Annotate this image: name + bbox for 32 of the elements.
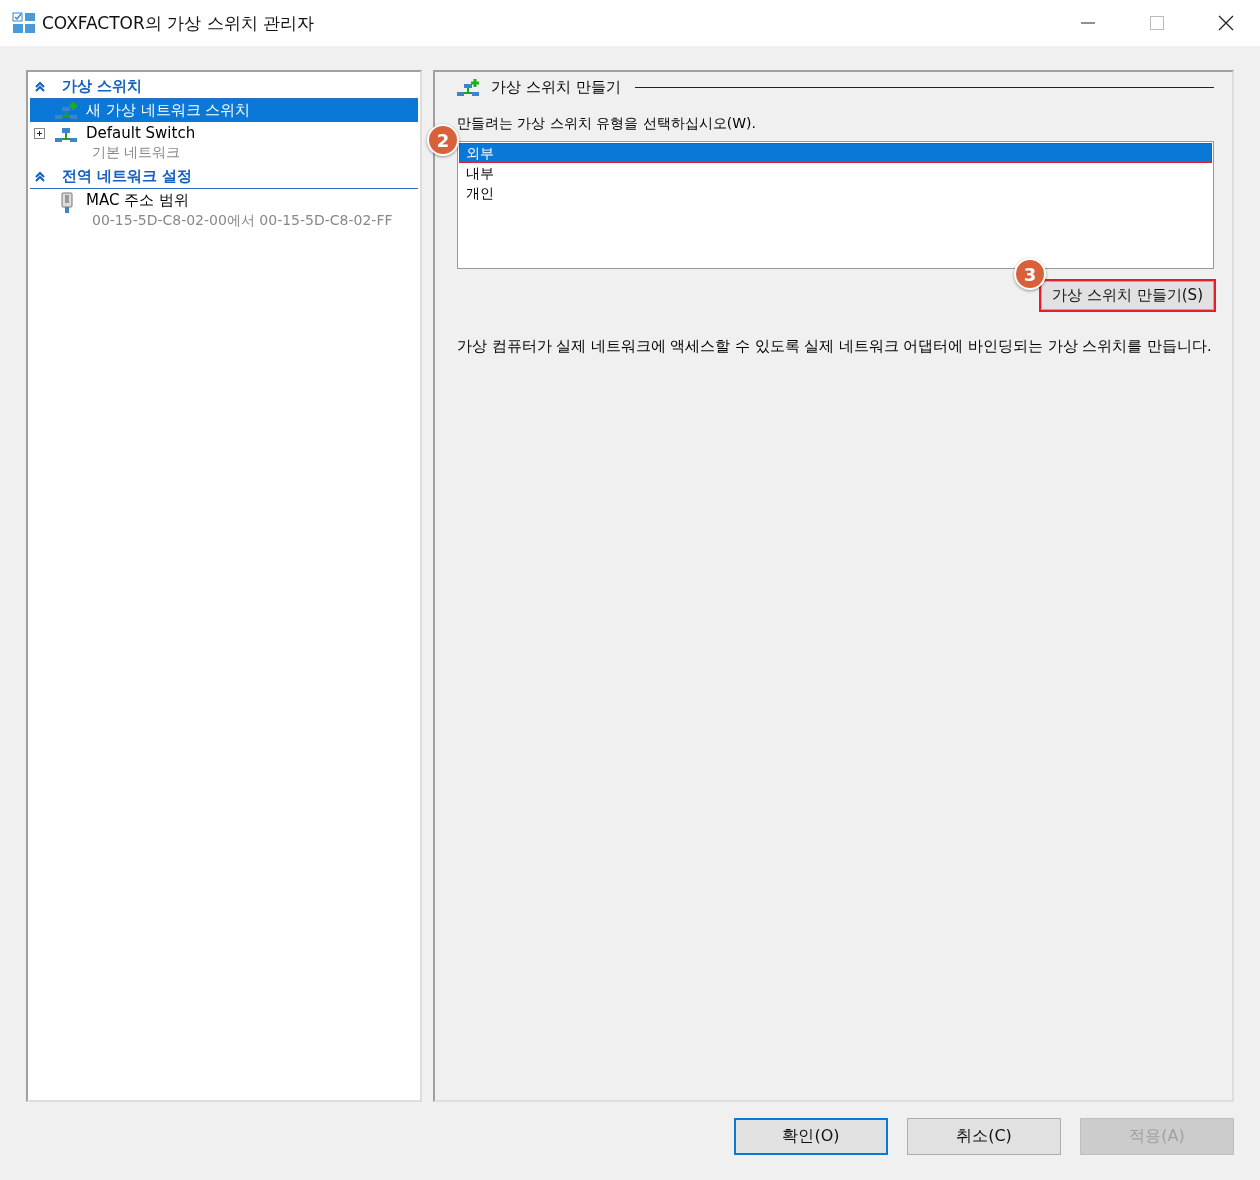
group-title: 가상 스위치 만들기 <box>491 78 621 97</box>
tree-item[interactable]: Default Switch 기본 네트워크 <box>30 122 418 164</box>
expand-icon[interactable] <box>34 128 45 139</box>
item-sublabel: 00-15-5D-C8-02-00에서 00-15-5D-C8-02-FF <box>91 212 393 230</box>
switch-type-list[interactable]: 외부 내부 개인 <box>457 141 1214 269</box>
list-option[interactable]: 내부 <box>459 163 1212 183</box>
window-title: COXFACTOR의 가상 스위치 관리자 <box>42 11 315 35</box>
network-add-icon <box>457 78 481 97</box>
network-add-icon <box>55 102 79 120</box>
app-icon <box>12 12 36 34</box>
item-sublabel: 기본 네트워크 <box>91 144 182 162</box>
network-icon <box>55 125 79 143</box>
description-text: 가상 컴퓨터가 실제 네트워크에 액세스할 수 있도록 실제 네트워크 어댑터에 바인딩되는 가상 스위치를 만듭니다. <box>457 337 1213 356</box>
callout-badge: 2 <box>427 124 459 156</box>
close-icon[interactable] <box>1218 15 1234 31</box>
prompt-text: 만들려는 가상 스위치 유형을 선택하십시오(W). <box>457 115 758 133</box>
network-plug-icon <box>60 192 74 214</box>
item-label: MAC 주소 범위 <box>86 191 190 210</box>
item-label: 새 가상 네트워크 스위치 <box>86 101 251 120</box>
dialog-button[interactable]: 취소(C) <box>907 1118 1061 1155</box>
collapse-icon[interactable] <box>34 170 46 183</box>
tree-item[interactable]: MAC 주소 범위 00-15-5D-C8-02-00에서 00-15-5D-C8-02-FF <box>30 189 418 232</box>
dialog-button[interactable]: 확인(O) <box>734 1118 888 1155</box>
list-option[interactable]: 개인 <box>459 183 1212 203</box>
section-title: 전역 네트워크 설정 <box>62 167 193 186</box>
list-option[interactable]: 외부 <box>459 143 1212 163</box>
tree-item[interactable]: 새 가상 네트워크 스위치 <box>30 99 418 122</box>
section-header[interactable]: 전역 네트워크 설정 <box>30 164 418 189</box>
item-label: Default Switch <box>86 124 196 142</box>
section-title: 가상 스위치 <box>62 77 143 96</box>
collapse-icon[interactable] <box>34 80 46 93</box>
create-switch-button[interactable]: 가상 스위치 만들기(S) <box>1041 281 1214 310</box>
